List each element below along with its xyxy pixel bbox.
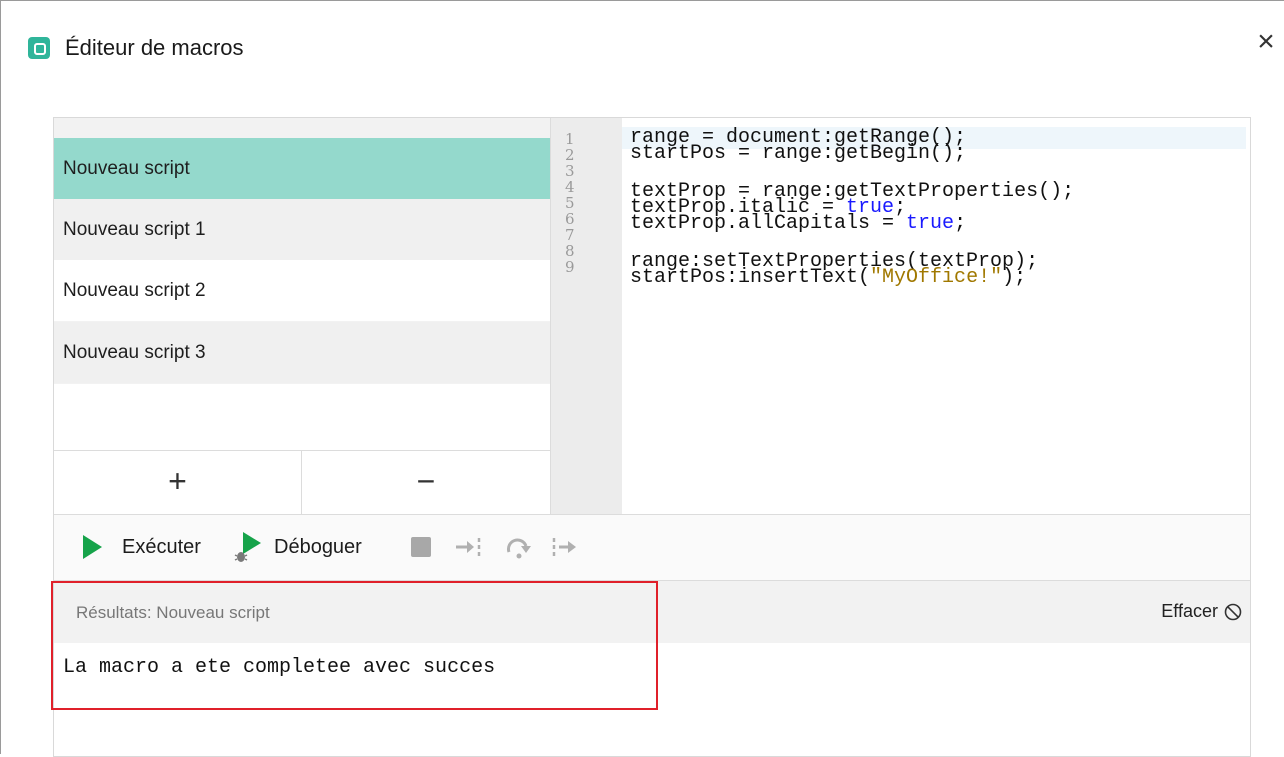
close-button[interactable]: × (1253, 27, 1279, 57)
stop-icon (411, 537, 431, 557)
code-token: textProp.allCapitals = (630, 212, 907, 235)
debug-label: Déboguer (274, 535, 362, 558)
code-line: startPos = range:getBegin(); (630, 144, 966, 164)
stop-button[interactable] (410, 515, 432, 579)
code-token: ); (1002, 266, 1027, 289)
code-token: startPos = range:getBegin(); (630, 142, 967, 165)
step-out-button[interactable] (550, 515, 580, 579)
script-list-item[interactable]: Nouveau script 2 (54, 260, 550, 321)
script-list-buttons: + − (54, 450, 550, 514)
step-over-button[interactable] (504, 515, 534, 579)
code-keyword: true (906, 212, 955, 235)
run-button[interactable]: Exécuter (80, 515, 201, 579)
clear-results-button[interactable]: Effacer (1161, 601, 1242, 622)
script-list-item[interactable]: Nouveau script 3 (54, 322, 550, 383)
debug-button[interactable]: Déboguer (234, 515, 362, 579)
run-label: Exécuter (122, 535, 201, 558)
window-title: Éditeur de macros (65, 35, 244, 60)
line-number: 6 (565, 210, 575, 228)
script-list-item[interactable]: Nouveau script (54, 138, 550, 199)
results-output: La macro a ete completee avec succes (63, 656, 496, 679)
step-into-icon (456, 538, 481, 556)
play-icon (83, 535, 102, 559)
line-number: 8 (565, 242, 575, 260)
step-out-icon (552, 538, 576, 556)
code-line: startPos:insertText("MyOffice!"); (630, 268, 1026, 288)
script-list: Nouveau script Nouveau script 1 Nouveau … (54, 118, 550, 514)
debug-toolbar: Exécuter Déboguer (54, 514, 1250, 580)
script-list-empty-area (54, 384, 550, 450)
editor-panel: Nouveau script Nouveau script 1 Nouveau … (53, 117, 1251, 757)
line-number: 2 (565, 146, 575, 164)
step-over-icon (507, 538, 531, 559)
clear-label: Effacer (1161, 601, 1218, 621)
line-number: 3 (565, 162, 575, 180)
results-title: Résultats: Nouveau script (76, 603, 270, 622)
macro-editor-window: Éditeur de macros × Nouveau script Nouve… (0, 0, 1284, 757)
line-number: 9 (565, 258, 575, 276)
code-string: "MyOffice!" (870, 266, 1003, 289)
remove-script-button[interactable]: − (302, 451, 550, 514)
app-icon (28, 37, 50, 59)
line-number: 1 (565, 130, 575, 148)
code-token: startPos:insertText( (630, 266, 871, 289)
code-token: ; (954, 212, 967, 235)
script-list-item[interactable]: Nouveau script 1 (54, 199, 550, 260)
line-number: 5 (565, 194, 575, 212)
clear-circle-slash-icon (1224, 603, 1242, 620)
results-panel: Résultats: Nouveau script Effacer La mac… (54, 580, 1250, 756)
add-script-button[interactable]: + (54, 451, 302, 514)
step-into-button[interactable] (454, 515, 482, 579)
code-line: textProp.allCapitals = true; (630, 214, 966, 234)
code-editor[interactable]: range = document:getRange(); startPos = r… (622, 118, 1250, 514)
line-number-gutter: 1 2 3 4 5 6 7 8 9 (550, 118, 622, 514)
debug-bug-icon (234, 532, 261, 562)
results-header: Résultats: Nouveau script Effacer (54, 581, 1250, 643)
line-number: 7 (565, 226, 575, 244)
line-number: 4 (565, 178, 575, 196)
